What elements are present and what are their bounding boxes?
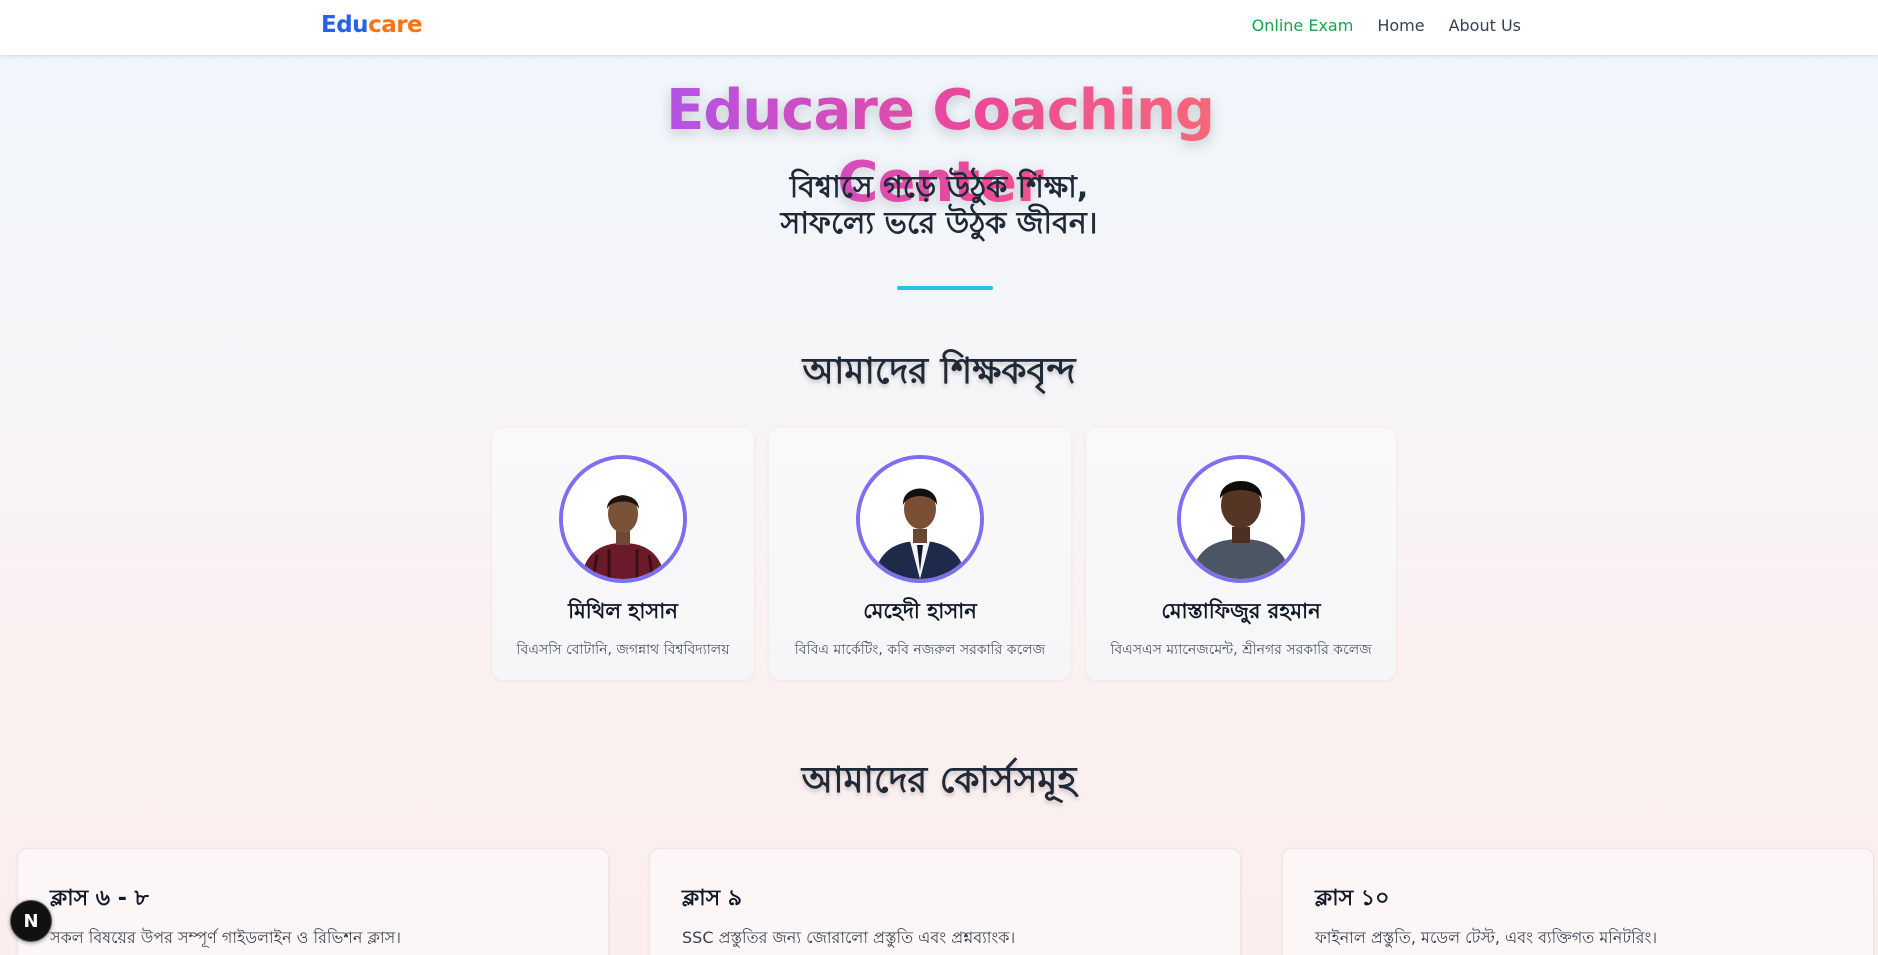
teacher-card: মেহেদী হাসান বিবিএ মার্কেটিং, কবি নজরুল … [769, 428, 1071, 680]
navbar: Educare Online Exam Home About Us [0, 0, 1878, 55]
logo-edu: Edu [321, 12, 369, 38]
courses-heading: আমাদের কোর্সসমূহ [801, 760, 1077, 801]
teacher-degree: বিএসসি বোটানি, জগন্নাথ বিশ্ববিদ্যালয় [516, 642, 730, 658]
person-photo-icon [1181, 459, 1301, 579]
course-title: ক্লাস ৯ [682, 886, 743, 911]
course-card[interactable]: ক্লাস ৯ SSC প্রস্তুতির জন্য জোরালো প্রস্… [649, 848, 1241, 955]
nav-link-online-exam[interactable]: Online Exam [1252, 16, 1354, 35]
n-badge-button[interactable]: N [10, 900, 52, 942]
course-title: ক্লাস ১০ [1315, 886, 1390, 911]
logo-care: care [368, 12, 423, 38]
person-photo-icon [563, 459, 683, 579]
nav-link-home[interactable]: Home [1377, 16, 1424, 35]
teacher-name: মেহেদী হাসান [863, 599, 977, 623]
teacher-name: মোস্তাফিজুর রহমান [1161, 599, 1321, 623]
tagline-line-1: বিশ্বাসে গড়ে উঠুক শিক্ষা, [789, 170, 1089, 205]
course-card[interactable]: ক্লাস ৬ - ৮ সকল বিষয়ের উপর সম্পূর্ণ গাই… [17, 848, 609, 955]
person-photo-icon [860, 459, 980, 579]
teacher-card: মোস্তাফিজুর রহমান বিএসএস ম্যানেজমেন্ট, শ… [1086, 428, 1396, 680]
teacher-avatar [856, 455, 984, 583]
course-desc: SSC প্রস্তুতির জন্য জোরালো প্রস্তুতি এবং… [682, 928, 1016, 947]
teacher-avatar [1177, 455, 1305, 583]
nav-links: Online Exam Home About Us [1252, 16, 1521, 35]
hero-divider [897, 286, 993, 290]
course-desc: ফাইনাল প্রস্তুতি, মডেল টেস্ট, এবং ব্যক্ত… [1315, 928, 1658, 947]
logo[interactable]: Educare [321, 12, 423, 38]
teacher-card: মিথিল হাসান বিএসসি বোটানি, জগন্নাথ বিশ্ব… [492, 428, 754, 680]
hero-title-wrap: Educare Coaching Center [600, 75, 1280, 215]
course-desc: সকল বিষয়ের উপর সম্পূর্ণ গাইডলাইন ও রিভি… [50, 928, 401, 947]
course-title: ক্লাস ৬ - ৮ [50, 886, 149, 911]
teacher-name: মিথিল হাসান [568, 599, 678, 623]
nav-link-about-us[interactable]: About Us [1449, 16, 1521, 35]
teacher-degree: বিএসএস ম্যানেজমেন্ট, শ্রীনগর সরকারি কলেজ [1110, 642, 1372, 658]
course-card[interactable]: ক্লাস ১০ ফাইনাল প্রস্তুতি, মডেল টেস্ট, এ… [1282, 848, 1874, 955]
hero-tagline: বিশ্বাসে গড়ে উঠুক শিক্ষা, সাফল্যে ভরে উ… [0, 170, 1878, 242]
tagline-line-2: সাফল্যে ভরে উঠুক জীবন। [780, 206, 1098, 241]
teacher-degree: বিবিএ মার্কেটিং, কবি নজরুল সরকারি কলেজ [794, 642, 1046, 658]
teacher-avatar [559, 455, 687, 583]
teachers-heading: আমাদের শিক্ষকবৃন্দ [802, 351, 1076, 392]
